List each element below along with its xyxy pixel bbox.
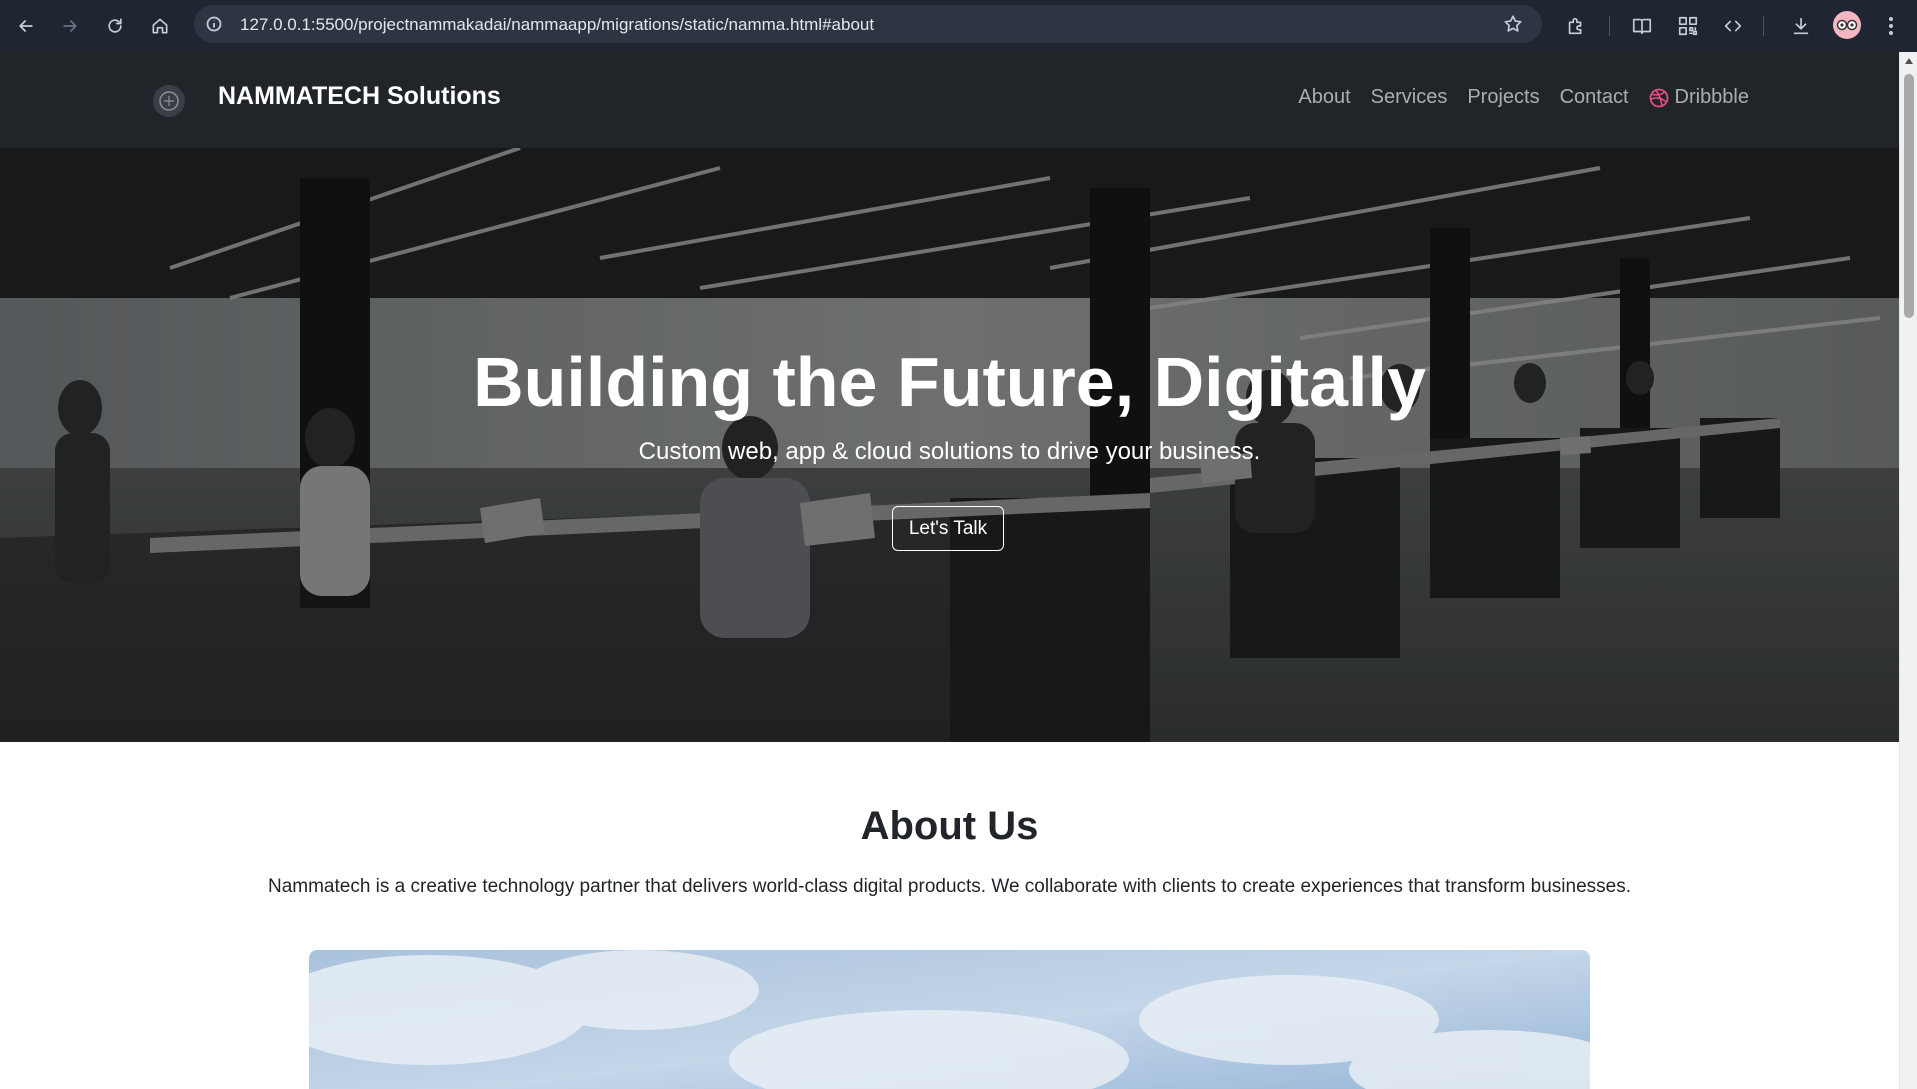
hero-subtitle: Custom web, app & cloud solutions to dri… <box>638 438 1261 465</box>
toolbar-divider <box>1763 16 1764 36</box>
menu-icon[interactable] <box>1876 10 1906 42</box>
url-text[interactable]: 127.0.0.1:5500/projectnammakadai/nammaap… <box>240 15 874 35</box>
nav-link-dribbble[interactable]: Dribbble <box>1649 86 1749 109</box>
hero-section: Building the Future, Digitally Custom we… <box>0 148 1899 742</box>
brand-logo[interactable] <box>153 85 185 117</box>
about-image <box>309 950 1590 1089</box>
forward-icon[interactable] <box>54 10 86 42</box>
nav-link-contact[interactable]: Contact <box>1560 86 1629 109</box>
nav-links: About Services Projects Contact Dribbble <box>1298 86 1749 109</box>
brand-name[interactable]: NAMMATECH Solutions <box>218 82 501 111</box>
home-icon[interactable] <box>144 10 176 42</box>
back-icon[interactable] <box>10 10 42 42</box>
devtools-icon[interactable] <box>1717 10 1749 42</box>
reading-list-icon[interactable] <box>1626 10 1658 42</box>
scroll-up-arrow-icon[interactable] <box>1905 58 1913 64</box>
nav-link-dribbble-label: Dribbble <box>1674 86 1749 108</box>
site-navbar: NAMMATECH Solutions About Services Proje… <box>0 52 1899 148</box>
bookmark-star-icon[interactable] <box>1502 13 1524 35</box>
address-bar[interactable]: 127.0.0.1:5500/projectnammakadai/nammaap… <box>194 5 1542 43</box>
qr-code-icon[interactable] <box>1672 10 1704 42</box>
site-info-icon[interactable] <box>202 12 226 36</box>
toolbar-divider <box>1609 16 1610 36</box>
scrollbar-thumb[interactable] <box>1904 74 1914 318</box>
browser-toolbar: 127.0.0.1:5500/projectnammakadai/nammaap… <box>0 0 1917 52</box>
about-title: About Us <box>860 804 1039 848</box>
profile-avatar[interactable] <box>1833 11 1861 39</box>
reload-icon[interactable] <box>99 10 131 42</box>
dribbble-icon <box>1649 88 1668 107</box>
lets-talk-button[interactable]: Let's Talk <box>892 506 1004 551</box>
page-viewport: NAMMATECH Solutions About Services Proje… <box>0 52 1899 1089</box>
nav-link-services[interactable]: Services <box>1371 86 1448 109</box>
about-text: Nammatech is a creative technology partn… <box>267 876 1631 897</box>
nav-link-projects[interactable]: Projects <box>1467 86 1539 109</box>
nav-link-about[interactable]: About <box>1298 86 1350 109</box>
download-icon[interactable] <box>1785 10 1817 42</box>
hero-title: Building the Future, Digitally <box>473 343 1426 421</box>
extensions-icon[interactable] <box>1560 10 1592 42</box>
page-scrollbar[interactable] <box>1899 52 1917 1089</box>
